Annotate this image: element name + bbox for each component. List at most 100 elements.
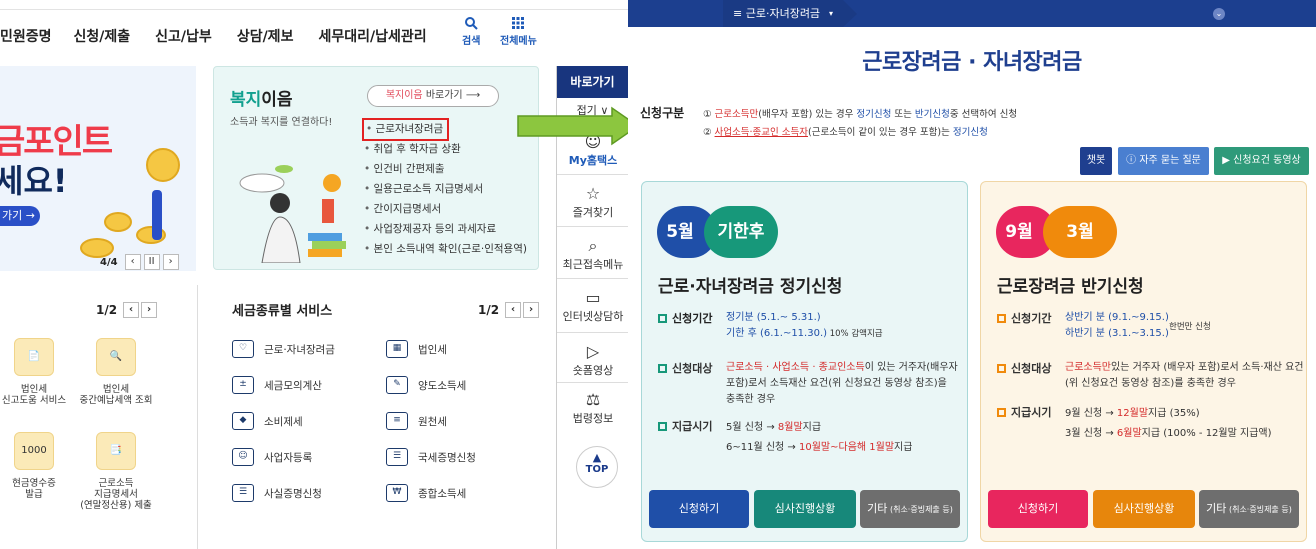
banner-line2: 세요!: [0, 162, 68, 200]
right-screenshot-panel: ≡ 근로·자녀장려금 ▾ ⌄ 근로장려금 · 자녀장려금 신청구분 ① 근로소득…: [628, 0, 1316, 549]
search-button[interactable]: 검색: [462, 16, 480, 47]
page-title: 근로장려금 · 자녀장려금: [862, 50, 1082, 75]
divider: [557, 332, 628, 333]
breadcrumb-bar: ≡ 근로·자녀장려금 ▾ ⌄: [628, 0, 1316, 27]
global-nav: 민원증명 신청/제출 신고/납부 상담/제보 세무대리/납세관리: [0, 26, 452, 48]
service-label: 현금영수증 발급: [12, 478, 56, 500]
quick-item-shortform[interactable]: ▷ 숏폼영상: [557, 342, 628, 378]
menu-icon: ≡: [733, 7, 746, 20]
prev-icon[interactable]: ‹: [505, 302, 522, 318]
tax-service-heading: 세금종류별 서비스: [232, 304, 333, 319]
corp-tax-doc-icon[interactable]: 📄: [14, 338, 54, 376]
quick-menu-title: 바로가기: [557, 66, 628, 98]
left-pager-count: 1/2: [96, 303, 118, 317]
coin-icon: [104, 212, 132, 232]
service-item[interactable]: ☰ 사실증명신청: [232, 484, 322, 502]
all-menu-button[interactable]: 전체메뉴: [500, 16, 537, 47]
payroll-statement-icon[interactable]: 📑: [96, 432, 136, 470]
welfare-item-highlighted[interactable]: 근로자녀장려금: [361, 118, 450, 141]
monitor-icon: ▭: [585, 288, 601, 307]
promo-banner[interactable]: 금포인트 세요! 가기 → 4/4 ‹ II ›: [0, 66, 196, 271]
coin-icon: [146, 148, 180, 182]
welfare-item[interactable]: 간이지급명세서: [364, 199, 527, 219]
document-icon: ☰: [386, 448, 408, 466]
search-icon: [462, 16, 480, 32]
service-item[interactable]: ◆ 소비제세: [232, 412, 303, 430]
pill-late: 기한후: [704, 206, 778, 258]
welfare-item[interactable]: 사업장제공자 등의 과세자료: [364, 219, 527, 239]
pause-icon[interactable]: II: [143, 254, 160, 270]
corp-tax-search-icon[interactable]: 🔍: [96, 338, 136, 376]
service-item[interactable]: ± 세금모의계산: [232, 376, 322, 394]
pill-march: 3월: [1043, 206, 1117, 258]
play-icon: ▶: [1222, 155, 1234, 166]
service-item[interactable]: ₩ 종합소득세: [386, 484, 466, 502]
faq-button[interactable]: ⓘ 자주 묻는 질문: [1118, 147, 1209, 175]
gubun-line-1: ① 근로소득만(배우자 포함) 있는 경우 정기신청 또는 반기신청중 선택하여…: [703, 109, 1018, 120]
quick-item-law[interactable]: ⚖ 법령정보: [557, 390, 628, 426]
video-button[interactable]: ▶ 신청요건 동영상: [1214, 147, 1309, 175]
review-status-button[interactable]: 심사진행상황: [1093, 490, 1195, 528]
gnb-item[interactable]: 신고/납부: [155, 26, 212, 48]
chevron-down-icon[interactable]: ⌄: [1213, 8, 1225, 20]
gnb-item[interactable]: 신청/제출: [74, 26, 131, 48]
recent-search-icon: ⌕: [588, 236, 598, 255]
apply-button[interactable]: 신청하기: [988, 490, 1088, 528]
welfare-go-button[interactable]: 복지이음 바로가기 ⟶: [367, 85, 499, 107]
diamond-icon: ◆: [232, 412, 254, 430]
search-label: 검색: [462, 36, 481, 47]
banner-pager: 4/4 ‹ II ›: [100, 254, 179, 270]
review-status-button[interactable]: 심사진행상황: [754, 490, 856, 528]
welfare-item[interactable]: 취업 후 학자금 상환: [364, 139, 527, 159]
breadcrumb-tab[interactable]: ≡ 근로·자녀장려금 ▾: [723, 0, 857, 27]
service-label: 근로소득 지급명세서 (연말정산용) 제출: [80, 478, 152, 511]
next-icon[interactable]: ›: [523, 302, 540, 318]
other-button[interactable]: 기타 (취소·증빙제출 등): [1199, 490, 1299, 528]
prev-icon[interactable]: ‹: [123, 302, 140, 318]
service-item[interactable]: ☰ 국세증명신청: [386, 448, 476, 466]
welfare-item[interactable]: 일용근로소득 지급명세서: [364, 179, 527, 199]
utility-bar: [0, 0, 628, 10]
money-bag-icon: ₩: [386, 484, 408, 502]
person-icon: ☺: [232, 448, 254, 466]
scroll-top-button[interactable]: ▲ TOP: [576, 446, 618, 488]
play-icon: ▷: [586, 342, 600, 361]
other-button[interactable]: 기타 (취소·증빙제출 등): [860, 490, 960, 528]
gnb-item[interactable]: 상담/제보: [237, 26, 294, 48]
all-menu-label: 전체메뉴: [500, 36, 537, 47]
chevron-down-icon: ▾: [828, 9, 833, 18]
welfare-item[interactable]: 본인 소득내역 확인(근로·인적용역): [364, 239, 527, 259]
welfare-item[interactable]: 인건비 간편제출: [364, 159, 527, 179]
left-screenshot-panel: 민원증명 신청/제출 신고/납부 상담/제보 세무대리/납세관리 검색 전체메뉴…: [0, 0, 628, 549]
service-item[interactable]: ✎ 양도소득세: [386, 376, 466, 394]
next-icon[interactable]: ›: [162, 254, 179, 270]
period-note: 한번만 신청: [1169, 322, 1211, 332]
service-label: 법인세 중간예납세액 조회: [79, 384, 153, 406]
banner-button[interactable]: 가기 →: [0, 206, 40, 226]
quick-item-consult[interactable]: ▭ 인터넷상담하: [557, 288, 628, 324]
chevron-up-icon: ▲: [592, 451, 602, 464]
service-item[interactable]: ☺ 사업자등록: [232, 448, 312, 466]
welfare-list: 근로자녀장려금 취업 후 학자금 상환 인건비 간편제출 일용근로소득 지급명세…: [361, 117, 527, 259]
service-item[interactable]: ▦ 법인세: [386, 340, 447, 358]
chatbot-button[interactable]: 챗봇: [1080, 147, 1112, 175]
gavel-icon: ⚖: [585, 390, 601, 409]
gnb-item[interactable]: 세무대리/납세관리: [318, 26, 426, 48]
apply-button[interactable]: 신청하기: [649, 490, 749, 528]
service-item[interactable]: ♡ 근로·자녀장려금: [232, 340, 335, 358]
gubun-line-2: ② 사업소득·종교인 소득자(근로소득이 같이 있는 경우 포함)는 정기신청: [703, 127, 988, 138]
welfare-subtitle: 소득과 복지를 연결하다!: [230, 117, 333, 128]
prev-icon[interactable]: ‹: [124, 254, 141, 270]
service-item[interactable]: ≡ 원천세: [386, 412, 447, 430]
left-service-pager: 1/2 ‹ ›: [96, 302, 158, 318]
regular-application-card: 5월 기한후 근로·자녀장려금 정기신청 신청기간 정기분 (5.1.~ 5.3…: [641, 181, 968, 542]
gnb-item[interactable]: 민원증명: [0, 26, 52, 48]
welfare-title: 복지이음: [230, 90, 293, 110]
pager-count: 1/2: [478, 303, 500, 317]
person-figure: [152, 190, 162, 240]
cash-receipt-icon[interactable]: 1000: [14, 432, 54, 470]
quick-item-recent[interactable]: ⌕ 최근접속메뉴: [557, 236, 628, 272]
quick-item-favorites[interactable]: ☆ 즐겨찾기: [557, 184, 628, 220]
next-icon[interactable]: ›: [141, 302, 158, 318]
star-icon: ☆: [585, 184, 601, 203]
